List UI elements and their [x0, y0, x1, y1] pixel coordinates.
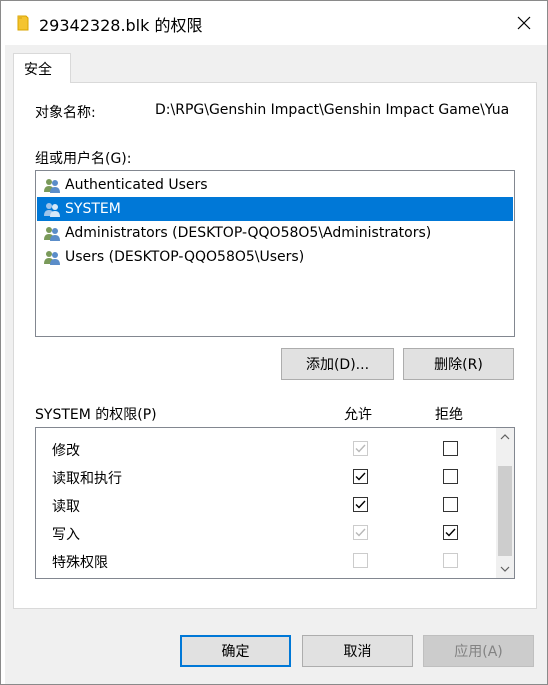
group-name: SYSTEM: [65, 201, 121, 217]
permission-name: 读取和执行: [52, 471, 122, 487]
permission-row: 修改: [36, 435, 496, 463]
permission-row: 特殊权限: [36, 547, 496, 575]
check-icon: [445, 528, 456, 537]
permissions-dialog: 29342328.blk 的权限 安全 对象名称: D:\RPG\Genshin…: [0, 0, 548, 685]
users-icon: [44, 179, 60, 193]
close-icon: [517, 16, 531, 30]
permission-row: 读取和执行: [36, 463, 496, 491]
permission-name: 修改: [52, 443, 80, 459]
permission-name: 读取: [52, 499, 80, 515]
ok-button[interactable]: 确定: [180, 635, 291, 667]
allow-checkbox: [353, 525, 368, 540]
scroll-thumb[interactable]: [498, 466, 512, 556]
deny-checkbox[interactable]: [443, 497, 458, 512]
deny-checkbox: [443, 553, 458, 568]
list-item[interactable]: Authenticated Users: [37, 173, 513, 197]
chevron-down-icon: [500, 566, 510, 572]
group-name: Authenticated Users: [65, 177, 208, 193]
group-name: Administrators (DESKTOP-QQO58O5\Administ…: [65, 225, 432, 241]
deny-checkbox[interactable]: [443, 441, 458, 456]
allow-checkbox[interactable]: [353, 469, 368, 484]
list-item[interactable]: Administrators (DESKTOP-QQO58O5\Administ…: [37, 221, 513, 245]
chevron-up-icon: [500, 434, 510, 440]
deny-checkbox[interactable]: [443, 469, 458, 484]
list-item[interactable]: Users (DESKTOP-QQO58O5\Users): [37, 245, 513, 269]
object-name-value: D:\RPG\Genshin Impact\Genshin Impact Gam…: [155, 102, 510, 118]
window-title: 29342328.blk 的权限: [39, 16, 203, 35]
permissions-label: SYSTEM 的权限(P): [35, 407, 157, 423]
scroll-down-button[interactable]: [496, 560, 514, 578]
allow-column-header: 允许: [344, 407, 372, 423]
allow-checkbox: [353, 553, 368, 568]
deny-column-header: 拒绝: [435, 407, 463, 423]
groups-label: 组或用户名(G):: [35, 151, 132, 167]
users-icon: [44, 251, 60, 265]
allow-checkbox[interactable]: [353, 497, 368, 512]
check-icon: [355, 444, 366, 453]
tab-security[interactable]: 安全: [13, 53, 71, 83]
deny-checkbox[interactable]: [443, 525, 458, 540]
remove-button[interactable]: 删除(R): [403, 348, 514, 380]
add-button[interactable]: 添加(D)...: [281, 348, 394, 380]
permission-name: 写入: [52, 527, 80, 543]
object-name-label: 对象名称:: [35, 105, 96, 121]
folder-icon: [17, 15, 29, 31]
list-item-selected[interactable]: SYSTEM: [37, 197, 513, 221]
group-name: Users (DESKTOP-QQO58O5\Users): [65, 249, 305, 265]
allow-checkbox: [353, 441, 368, 456]
cancel-button[interactable]: 取消: [302, 635, 413, 667]
permission-name: 特殊权限: [52, 555, 108, 571]
permissions-scrollbar[interactable]: [496, 428, 514, 578]
users-icon: [44, 227, 60, 241]
check-icon: [355, 472, 366, 481]
apply-button: 应用(A): [423, 635, 534, 667]
close-button[interactable]: [501, 1, 547, 45]
title-bar[interactable]: 29342328.blk 的权限: [1, 1, 547, 45]
permissions-list[interactable]: 修改 读取和执行 读取 写入 特殊权限: [35, 427, 515, 579]
group-list[interactable]: Authenticated Users SYSTEM Administrator…: [35, 170, 515, 337]
users-icon: [44, 203, 60, 217]
scroll-up-button[interactable]: [496, 428, 514, 446]
check-icon: [355, 500, 366, 509]
window-edge: [1, 1, 5, 684]
permission-row: 读取: [36, 491, 496, 519]
check-icon: [355, 528, 366, 537]
permission-row: 写入: [36, 519, 496, 547]
